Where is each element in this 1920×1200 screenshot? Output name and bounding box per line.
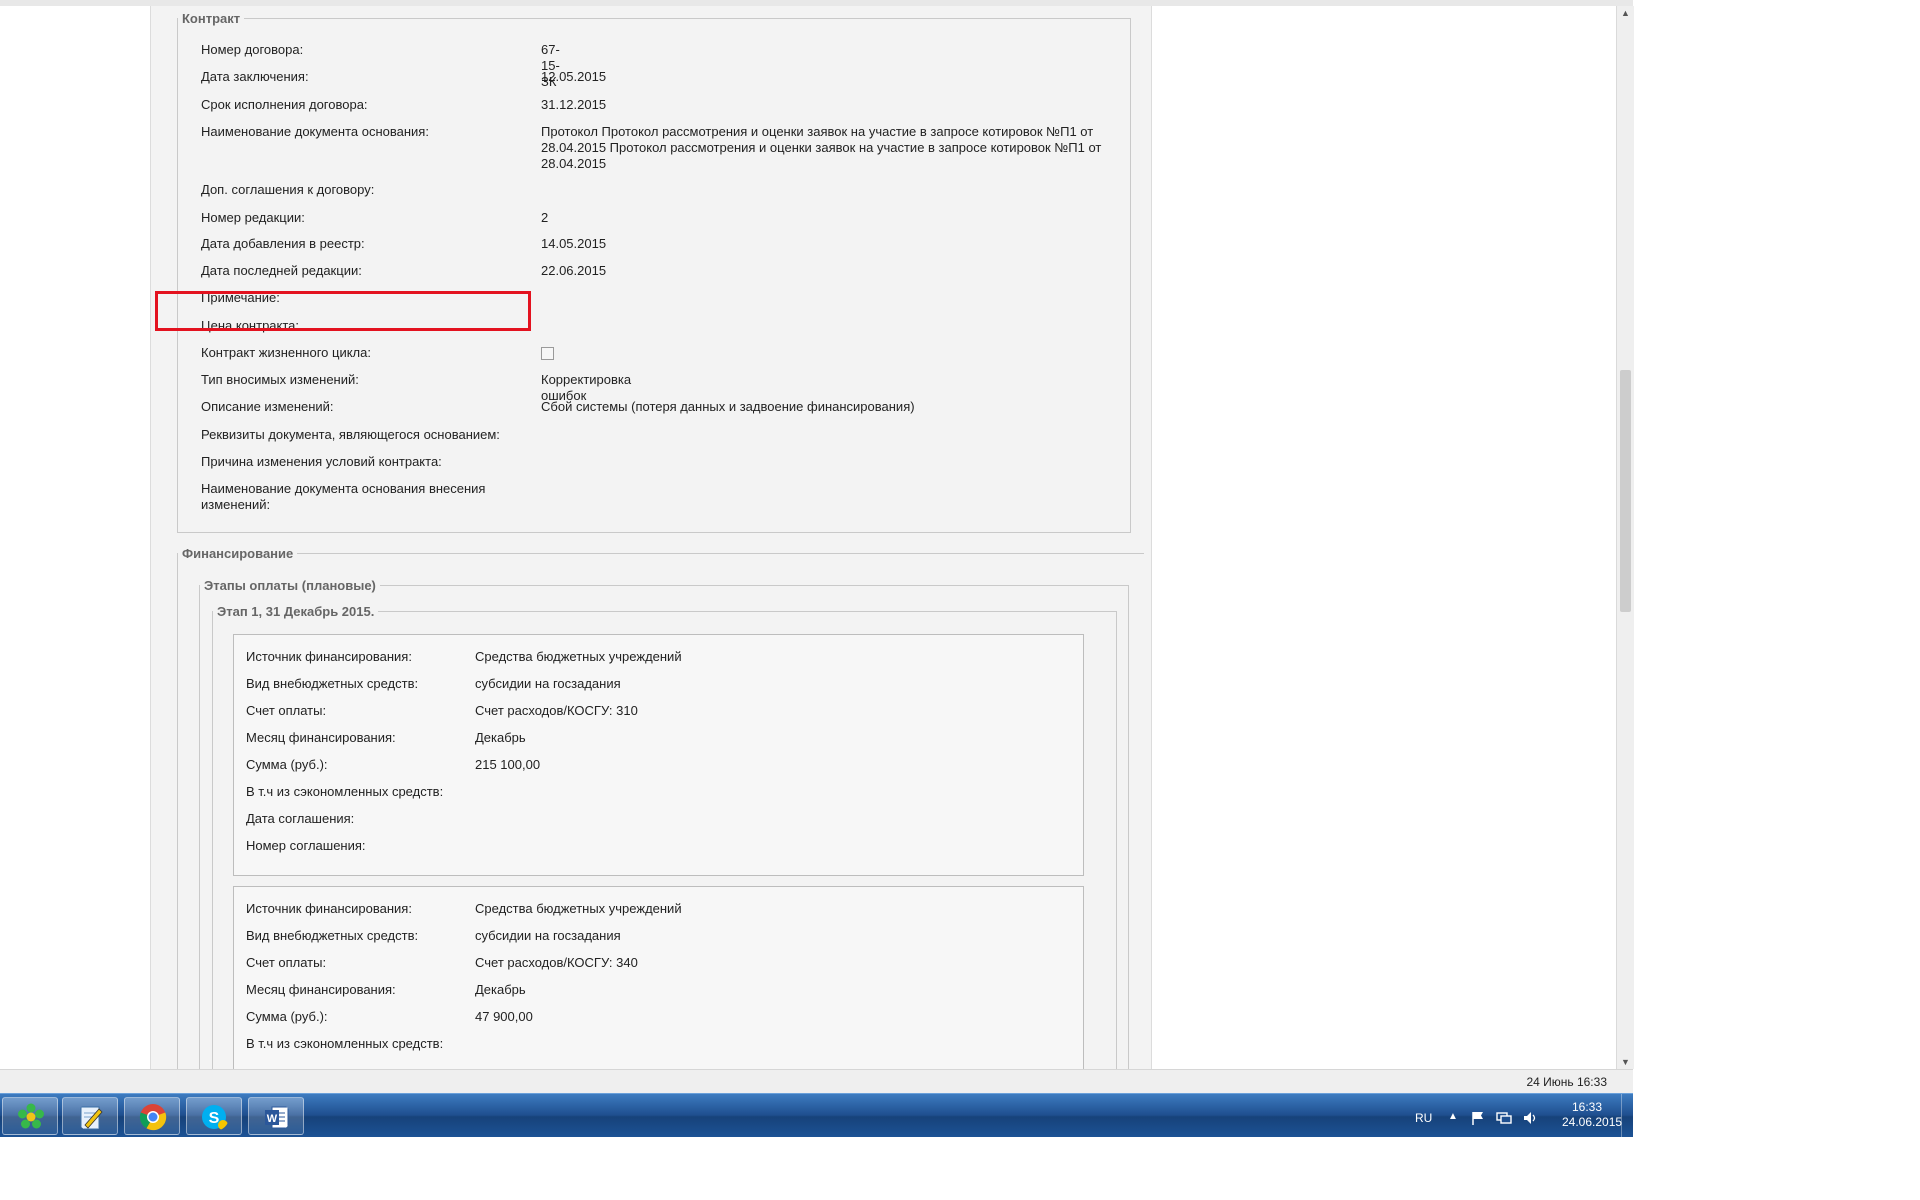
- taskbar-app-word[interactable]: W: [248, 1097, 304, 1135]
- word-icon: W: [265, 1106, 289, 1129]
- field-label: Описание изменений:: [201, 399, 334, 414]
- funding-block-2: Источник финансирования: Средства бюджет…: [233, 886, 1084, 1069]
- status-bar: 24 Июнь 16:33: [0, 1069, 1633, 1094]
- svg-text:W: W: [267, 1113, 278, 1125]
- tray-expand-icon[interactable]: ▲: [1448, 1111, 1458, 1122]
- skype-icon: S: [202, 1105, 228, 1130]
- field-label: Месяц финансирования:: [246, 730, 396, 745]
- field-label: Дата заключения:: [201, 69, 309, 84]
- field-value: 31.12.2015: [541, 97, 607, 112]
- status-text: 24 Июнь 16:33: [1526, 1075, 1607, 1089]
- field-value: 22.06.2015: [541, 263, 607, 278]
- field-label: Причина изменения условий контракта:: [201, 454, 442, 469]
- field-value: Счет расходов/КОСГУ: 340: [475, 955, 638, 970]
- taskbar-app-icq[interactable]: [2, 1097, 58, 1135]
- field-label: Дата добавления в реестр:: [201, 236, 365, 251]
- field-label: Месяц финансирования:: [246, 982, 396, 997]
- field-value: 2: [541, 210, 549, 225]
- show-desktop-button[interactable]: [1621, 1094, 1634, 1138]
- field-value: Декабрь: [475, 730, 526, 745]
- field-label: Наименование документа основания внесени…: [201, 481, 486, 512]
- field-label: Номер договора:: [201, 42, 304, 57]
- field-label: Срок исполнения договора:: [201, 97, 368, 112]
- volume-icon[interactable]: [1522, 1110, 1538, 1126]
- taskbar-app-skype[interactable]: S: [186, 1097, 242, 1135]
- field-label: Источник финансирования:: [246, 901, 412, 916]
- field-label: Источник финансирования:: [246, 649, 412, 664]
- field-value: 47 900,00: [475, 1009, 533, 1024]
- notepad-pen-icon: [80, 1106, 103, 1130]
- tray-date: 24.06.2015: [1562, 1115, 1623, 1129]
- field-value: Счет расходов/КОСГУ: 310: [475, 703, 638, 718]
- input-language[interactable]: RU: [1415, 1111, 1432, 1125]
- tray-clock[interactable]: 16:33 24.06.2015: [1562, 1100, 1623, 1130]
- icq-flower-icon: [18, 1103, 44, 1129]
- field-label: В т.ч из сэкономленных средств:: [246, 784, 444, 799]
- field-label: Доп. соглашения к договору:: [201, 182, 375, 197]
- browser-viewport: Контракт Номер договора: 67-15-ЗК Дата з…: [0, 6, 1633, 1069]
- field-label: Дата соглашения:: [246, 811, 355, 826]
- field-label: Номер редакции:: [201, 210, 305, 225]
- scrollbar-thumb[interactable]: [1620, 370, 1631, 612]
- chrome-icon: [139, 1104, 167, 1131]
- field-label: Контракт жизненного цикла:: [201, 345, 371, 360]
- field-value: субсидии на госзадания: [475, 928, 621, 943]
- taskbar: S W RU ▲ 16:33 24.06.2015: [0, 1093, 1633, 1138]
- tray-time: 16:33: [1571, 1100, 1603, 1114]
- field-value: Декабрь: [475, 982, 526, 997]
- taskbar-app-notepad[interactable]: [62, 1097, 118, 1135]
- field-label: Вид внебюджетных средств:: [246, 928, 419, 943]
- field-label: Дата последней редакции:: [201, 263, 362, 278]
- field-value: Сбой системы (потеря данных и задвоение …: [541, 399, 915, 414]
- field-value: 215 100,00: [475, 757, 541, 772]
- payment-stages-legend: Этапы оплаты (плановые): [204, 578, 376, 593]
- left-gutter: [0, 6, 150, 1069]
- taskbar-app-chrome[interactable]: [124, 1097, 180, 1135]
- field-label: Счет оплаты:: [246, 955, 327, 970]
- empty-area: [0, 1137, 1920, 1200]
- field-value: субсидии на госзадания: [475, 676, 621, 691]
- scroll-up-arrow-icon[interactable]: ▲: [1617, 8, 1634, 18]
- field-label: В т.ч из сэкономленных средств:: [246, 1036, 444, 1051]
- vertical-scrollbar[interactable]: ▲ ▼: [1616, 6, 1634, 1069]
- field-label: Реквизиты документа, являющегося основан…: [201, 427, 500, 442]
- field-label: Наименование документа основания:: [201, 124, 429, 139]
- action-center-flag-icon[interactable]: [1470, 1110, 1486, 1126]
- field-label: Вид внебюджетных средств:: [246, 676, 419, 691]
- svg-text:S: S: [209, 1110, 220, 1127]
- field-label: Тип вносимых изменений:: [201, 372, 359, 387]
- financing-legend: Финансирование: [182, 546, 294, 561]
- contract-price-highlight: [155, 291, 531, 331]
- stage-1-legend: Этап 1, 31 Декабрь 2015.: [217, 604, 375, 619]
- field-value: Протокол Протокол рассмотрения и оценки …: [541, 124, 1102, 171]
- scroll-down-arrow-icon[interactable]: ▼: [1617, 1057, 1634, 1067]
- field-value: 14.05.2015: [541, 236, 607, 251]
- field-label: Сумма (руб.):: [246, 757, 328, 772]
- network-icon[interactable]: [1496, 1110, 1512, 1126]
- funding-block-1: Источник финансирования: Средства бюджет…: [233, 634, 1084, 876]
- page-content: Контракт Номер договора: 67-15-ЗК Дата з…: [150, 6, 1152, 1069]
- field-label: Номер соглашения:: [246, 838, 366, 853]
- field-label: Счет оплаты:: [246, 703, 327, 718]
- field-value: 12.05.2015: [541, 69, 607, 84]
- field-label: Сумма (руб.):: [246, 1009, 328, 1024]
- field-value: Средства бюджетных учреждений: [475, 649, 682, 664]
- contract-legend: Контракт: [182, 11, 241, 26]
- lifecycle-checkbox[interactable]: [541, 347, 554, 360]
- field-value: Средства бюджетных учреждений: [475, 901, 682, 916]
